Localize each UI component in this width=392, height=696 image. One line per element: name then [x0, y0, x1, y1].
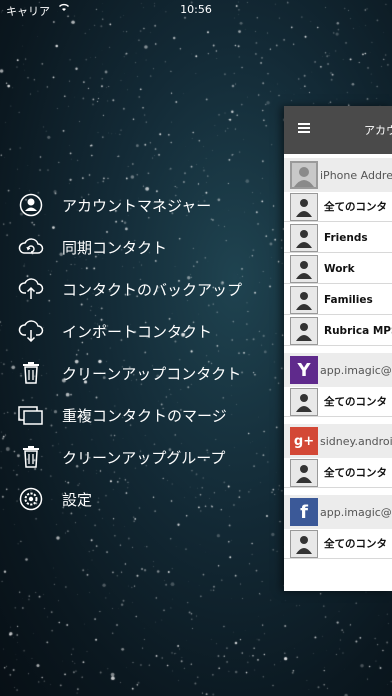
- group-label: 全てのコンタ: [324, 201, 387, 213]
- group-label: Friends: [324, 231, 368, 244]
- menu-item-backup-contacts[interactable]: コンタクトのバックアップ: [18, 272, 288, 306]
- menu-item-label: 同期コンタクト: [62, 238, 168, 257]
- person-icon: [290, 529, 318, 558]
- person-icon: [290, 387, 318, 416]
- account-label: app.imagic@y: [320, 363, 392, 377]
- cloud-upload-icon: [18, 276, 44, 302]
- panel-title: アカウ: [364, 124, 392, 137]
- menu-item-account-manager[interactable]: アカウントマネジャー: [18, 188, 288, 222]
- menu-item-label: インポートコンタクト: [62, 322, 213, 341]
- contacts-panel: アカウ iPhone Addre 全てのコンタ Friends Work Familie…: [284, 106, 392, 591]
- group-row[interactable]: 全てのコンタ: [284, 192, 392, 222]
- group-row[interactable]: Work: [284, 254, 392, 284]
- person-circle-icon: [18, 192, 44, 218]
- group-row[interactable]: 全てのコンタ: [284, 529, 392, 559]
- group-label: Rubrica MPS: [324, 324, 392, 337]
- account-row[interactable]: g+ sidney.androic: [284, 424, 392, 458]
- group-label: 全てのコンタ: [324, 396, 387, 408]
- account-label: sidney.androic: [320, 434, 392, 448]
- group-row[interactable]: 全てのコンタ: [284, 387, 392, 417]
- person-icon: [290, 316, 318, 345]
- person-icon: [290, 254, 318, 283]
- menu-item-label: クリーンアップグループ: [62, 448, 226, 467]
- menu-item-cleanup-contacts[interactable]: クリーンアップコンタクト: [18, 356, 288, 390]
- person-icon: [290, 192, 318, 221]
- menu-item-sync-contacts[interactable]: 同期コンタクト: [18, 230, 288, 264]
- menu-item-label: クリーンアップコンタクト: [62, 364, 242, 383]
- menu-item-settings[interactable]: 設定: [18, 482, 288, 516]
- menu-item-label: アカウントマネジャー: [62, 196, 212, 215]
- group-label: Families: [324, 293, 373, 306]
- yahoo-logo: Y: [290, 356, 318, 384]
- account-row[interactable]: iPhone Addre: [284, 158, 392, 192]
- group-label: 全てのコンタ: [324, 538, 387, 550]
- group-row[interactable]: Friends: [284, 223, 392, 253]
- trash-icon: [18, 360, 44, 386]
- iphone-contacts-logo: [290, 161, 318, 189]
- menu-item-label: コンタクトのバックアップ: [62, 280, 243, 299]
- account-label: iPhone Addre: [320, 168, 392, 182]
- group-row[interactable]: Families: [284, 285, 392, 315]
- cloud-download-icon: [18, 318, 44, 344]
- person-icon: [290, 285, 318, 314]
- menu-item-import-contacts[interactable]: インポートコンタクト: [18, 314, 288, 348]
- group-row[interactable]: 全てのコンタ: [284, 458, 392, 488]
- person-icon: [290, 223, 318, 252]
- menu-item-label: 重複コンタクトのマージ: [62, 406, 227, 425]
- account-label: app.imagic@f: [320, 505, 392, 519]
- google-plus-logo: g+: [290, 427, 318, 455]
- person-icon: [290, 458, 318, 487]
- menu-item-cleanup-groups[interactable]: クリーンアップグループ: [18, 440, 288, 474]
- duplicate-cards-icon: [18, 402, 44, 428]
- group-row[interactable]: Rubrica MPS: [284, 316, 392, 346]
- menu-item-label: 設定: [62, 490, 93, 509]
- group-label: 全てのコンタ: [324, 467, 387, 479]
- cloud-sync-icon: [18, 234, 44, 260]
- account-row[interactable]: f app.imagic@f: [284, 495, 392, 529]
- group-label: Work: [324, 262, 355, 275]
- account-row[interactable]: Yapp.imagic@y: [284, 353, 392, 387]
- facebook-logo: f: [290, 498, 318, 526]
- gear-icon: [18, 486, 44, 512]
- menu-item-merge-duplicates[interactable]: 重複コンタクトのマージ: [18, 398, 288, 432]
- clock-time: 10:56: [180, 3, 212, 16]
- hamburger-menu-icon[interactable]: [298, 123, 310, 133]
- panel-header: アカウ: [284, 106, 392, 154]
- status-bar: キャリア 10:56: [0, 0, 392, 20]
- trash-icon: [18, 444, 44, 470]
